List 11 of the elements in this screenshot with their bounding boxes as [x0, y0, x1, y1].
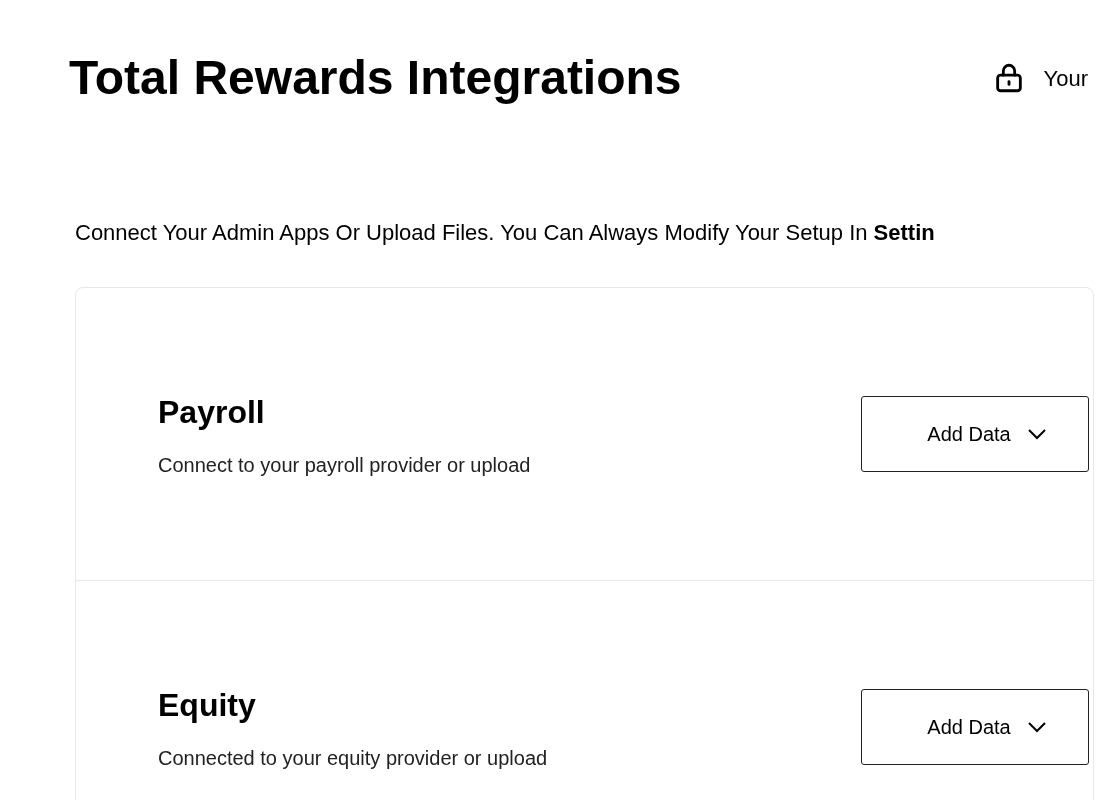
section-description: Connect to your payroll provider or upload [158, 453, 531, 478]
chevron-down-icon [1026, 428, 1047, 440]
section-title: Payroll [158, 393, 266, 432]
add-data-button[interactable]: Add Data [861, 688, 1089, 765]
add-data-button[interactable]: Add Data [861, 396, 1089, 472]
intro-text: Connect Your Admin Apps Or Upload Files. You Can Always Modify Your Setup In Settin [74, 219, 936, 247]
page-title: Total Rewards Integrations [69, 50, 682, 106]
chevron-down-icon [1026, 720, 1047, 733]
lock-label: Your [1043, 64, 1088, 93]
section-title: Equity [158, 685, 257, 725]
section-description: Connected to your equity provider or upload [158, 745, 548, 771]
